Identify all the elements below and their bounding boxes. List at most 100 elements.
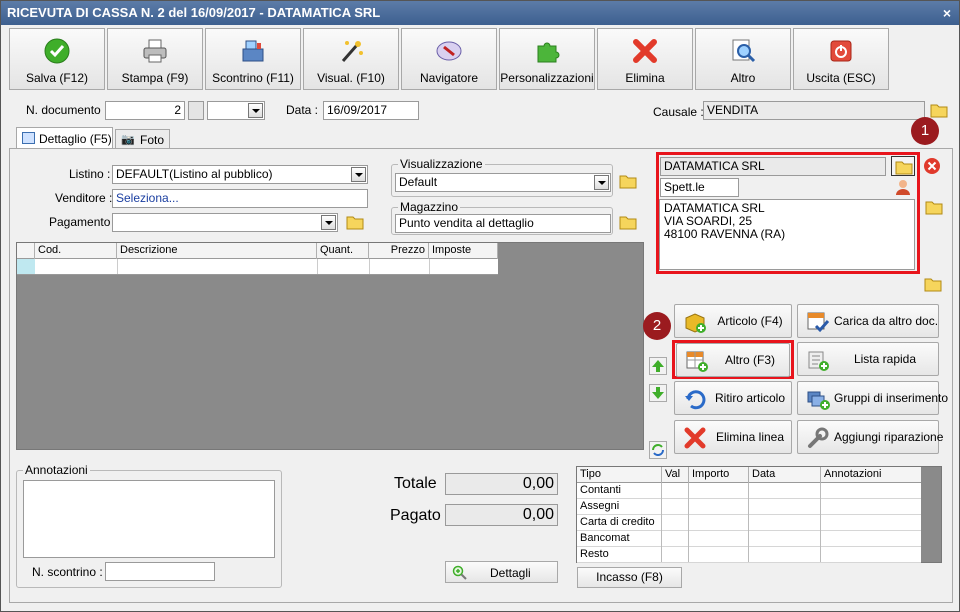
visualizzazione-select[interactable]: Default [395, 173, 611, 192]
payment-row-contanti[interactable]: Contanti [577, 483, 921, 499]
undo-arrow-icon [685, 390, 706, 410]
load-from-document-label: Carica da altro doc. [834, 314, 939, 328]
receipt-window: RICEVUTA DI CASSA N. 2 del 16/09/2017 - … [0, 0, 960, 612]
add-article-label: Articolo (F4) [717, 314, 783, 328]
tab-dettaglio[interactable]: Dettaglio (F5) [16, 127, 113, 149]
delete-line-label: Elimina linea [715, 430, 785, 444]
col-annotazioni: Annotazioni [824, 468, 882, 480]
navigator-button[interactable]: Navigatore [401, 28, 497, 90]
close-icon[interactable]: × [943, 1, 951, 25]
causale-field[interactable]: VENDITA [703, 101, 925, 120]
customize-button[interactable]: Personalizzazioni [499, 28, 595, 90]
save-button[interactable]: Salva (F12) [9, 28, 105, 90]
scontrino-field[interactable] [105, 562, 215, 581]
grid-check-icon [807, 312, 830, 333]
puzzle-icon [537, 42, 560, 63]
magazzino-title: Magazzino [398, 200, 461, 214]
visualizzazione-value: Default [399, 175, 438, 189]
folder-icon[interactable] [345, 213, 365, 231]
folder-icon[interactable] [923, 275, 943, 293]
doc-number-field[interactable]: 2 [105, 101, 185, 120]
remove-customer-icon[interactable] [923, 157, 941, 175]
add-article-button[interactable]: Articolo (F4) [674, 304, 792, 338]
folder-icon[interactable] [924, 198, 944, 216]
quick-list-button[interactable]: Lista rapida [797, 342, 939, 376]
load-from-document-button[interactable]: Carica da altro doc. [797, 304, 939, 338]
date-label: Data : [286, 103, 319, 117]
doc-suffix-button[interactable] [188, 101, 204, 120]
customize-label: Personalizzazioni [500, 71, 594, 85]
altro-button[interactable]: Altro (F3) [676, 343, 790, 377]
customer-name-field[interactable]: DATAMATICA SRL [660, 157, 886, 176]
magnifier-icon [732, 39, 756, 63]
col-data: Data [749, 467, 821, 483]
list-add-icon [808, 351, 829, 371]
date-field[interactable]: 16/09/2017 [323, 101, 419, 120]
folder-icon[interactable] [929, 101, 949, 119]
group-add-icon [807, 391, 830, 410]
tab-foto[interactable]: 📷 Foto [115, 129, 170, 149]
refresh-icon[interactable] [649, 441, 667, 459]
customer-address-field[interactable]: DATAMATICA SRL VIA SOARDI, 25 48100 RAVE… [659, 199, 915, 270]
listino-select[interactable]: DEFAULT(Listino al pubblico) [112, 165, 368, 184]
address-line: 48100 RAVENNA (RA) [664, 227, 786, 241]
doc-series-select[interactable] [207, 101, 265, 120]
listino-value: DEFAULT(Listino al pubblico) [116, 167, 273, 181]
check-icon [44, 38, 70, 64]
customer-folder-button[interactable] [891, 156, 915, 176]
folder-icon[interactable] [618, 172, 638, 190]
add-repair-button[interactable]: Aggiungi riparazione [797, 420, 944, 454]
chevron-down-icon [351, 167, 366, 182]
cash-register-icon [242, 40, 264, 62]
return-article-button[interactable]: Ritiro articolo [674, 381, 792, 415]
insert-groups-label: Gruppi di inserimento [834, 391, 949, 405]
table-row[interactable] [17, 259, 498, 275]
more-button[interactable]: Altro [695, 28, 791, 90]
col-imposte: Imposte [429, 243, 498, 259]
col-cod: Cod. [35, 243, 117, 259]
move-down-icon[interactable] [649, 384, 667, 402]
payment-row-assegni[interactable]: Assegni [577, 499, 921, 515]
print-label: Stampa (F9) [121, 71, 189, 85]
magic-wand-icon [341, 41, 363, 62]
dettagli-button[interactable]: Dettagli [445, 561, 558, 583]
chevron-down-icon [248, 103, 263, 118]
doc-number-label: N. documento : [26, 103, 108, 117]
window-title: RICEVUTA DI CASSA N. 2 del 16/09/2017 - … [7, 5, 381, 20]
incasso-button[interactable]: Incasso (F8) [577, 567, 682, 588]
payment-type: Carta di credito [580, 516, 655, 528]
venditore-field[interactable]: Seleziona... [112, 189, 368, 208]
insert-groups-button[interactable]: Gruppi di inserimento [797, 381, 949, 415]
move-up-icon[interactable] [649, 357, 667, 375]
delete-button[interactable]: Elimina [597, 28, 693, 90]
view-button[interactable]: Visual. (F10) [303, 28, 399, 90]
add-repair-label: Aggiungi riparazione [834, 430, 944, 444]
tab-foto-label: Foto [140, 133, 165, 147]
col-importo: Importo [689, 467, 749, 483]
pagamento-select[interactable] [112, 213, 338, 232]
contact-icon[interactable] [893, 178, 913, 196]
delete-x-icon [684, 427, 706, 449]
folder-icon[interactable] [618, 213, 638, 231]
col-val: Val [662, 467, 689, 483]
annotazioni-textarea[interactable] [23, 480, 275, 558]
totale-label: Totale [394, 475, 437, 492]
receipt-button[interactable]: Scontrino (F11) [205, 28, 301, 90]
chevron-down-icon [321, 215, 336, 230]
delete-line-button[interactable]: Elimina linea [674, 420, 792, 454]
payment-row-carta[interactable]: Carta di credito [577, 515, 921, 531]
payments-grid-header: Tipo Val Importo Data Annotazioni [577, 467, 921, 483]
delete-label: Elimina [625, 71, 665, 85]
view-label: Visual. (F10) [317, 71, 385, 85]
exit-button[interactable]: Uscita (ESC) [793, 28, 889, 90]
magazzino-field[interactable]: Punto vendita al dettaglio [395, 214, 611, 233]
power-icon [830, 40, 852, 62]
return-article-label: Ritiro articolo [714, 391, 786, 405]
payment-row-resto[interactable]: Resto [577, 547, 921, 563]
compass-icon [436, 41, 462, 61]
salutation-field[interactable]: Spett.le [660, 178, 739, 197]
payment-row-bancomat[interactable]: Bancomat [577, 531, 921, 547]
receipt-label: Scontrino (F11) [212, 71, 294, 85]
print-button[interactable]: Stampa (F9) [107, 28, 203, 90]
box-add-icon [685, 313, 706, 333]
